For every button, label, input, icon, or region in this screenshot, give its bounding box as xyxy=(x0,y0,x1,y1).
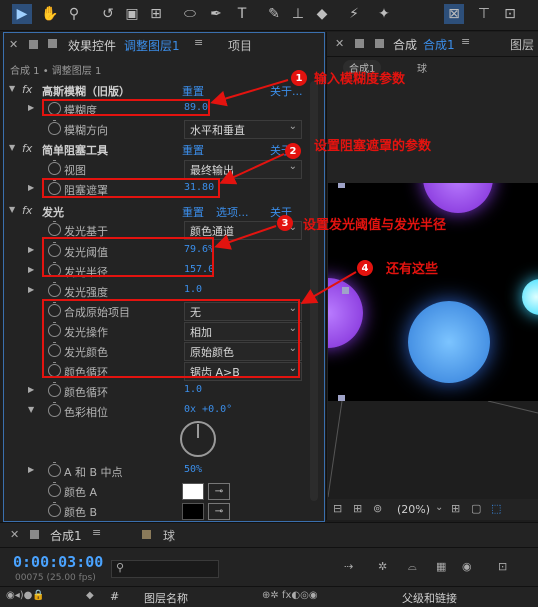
shy-icon[interactable]: ⌓ xyxy=(408,560,417,574)
annotation-arrows xyxy=(210,79,357,304)
column-hash: # xyxy=(110,590,120,603)
column-layer-name: 图层名称 xyxy=(144,592,188,605)
comp-icon xyxy=(142,530,151,539)
timeline-tab-comp[interactable]: 合成1 xyxy=(50,527,82,544)
av-switches-icon[interactable]: ◉◂)●🔒 xyxy=(6,590,45,601)
motion-blur-icon[interactable]: ◉ xyxy=(462,560,472,573)
timeline-column-header: ◉◂)●🔒 ◆ # 图层名称 ⊕✲ fx◐◎◉ 父级和链接 xyxy=(0,586,538,607)
close-icon[interactable]: ✕ xyxy=(10,528,19,541)
label-icon: ◆ xyxy=(86,590,94,601)
comp-icon xyxy=(30,530,39,539)
timeline-tab-ball[interactable]: 球 xyxy=(163,527,175,544)
column-parent-link: 父级和链接 xyxy=(402,592,457,605)
timeline-panel: ✕ 合成1 ≡ 球 0:00:03:00 00075 (25.00 fps) ⚲… xyxy=(0,522,538,607)
timecode[interactable]: 0:00:03:00 xyxy=(13,553,103,571)
draft-3d-icon[interactable]: ✲ xyxy=(378,560,387,573)
search-icon: ⚲ xyxy=(116,561,125,574)
graph-editor-icon[interactable]: ⊡ xyxy=(498,560,507,573)
frame-count: 00075 (25.00 fps) xyxy=(15,573,96,583)
frame-blending-icon[interactable]: ▦ xyxy=(436,560,446,573)
menu-icon[interactable]: ≡ xyxy=(92,526,101,539)
comp-flowchart-icon[interactable]: ⇢ xyxy=(344,560,353,573)
search-input[interactable]: ⚲ xyxy=(111,560,219,578)
timeline-tabbar: ✕ 合成1 ≡ 球 xyxy=(0,523,538,548)
switches-icon[interactable]: ⊕✲ fx◐◎◉ xyxy=(262,590,318,601)
